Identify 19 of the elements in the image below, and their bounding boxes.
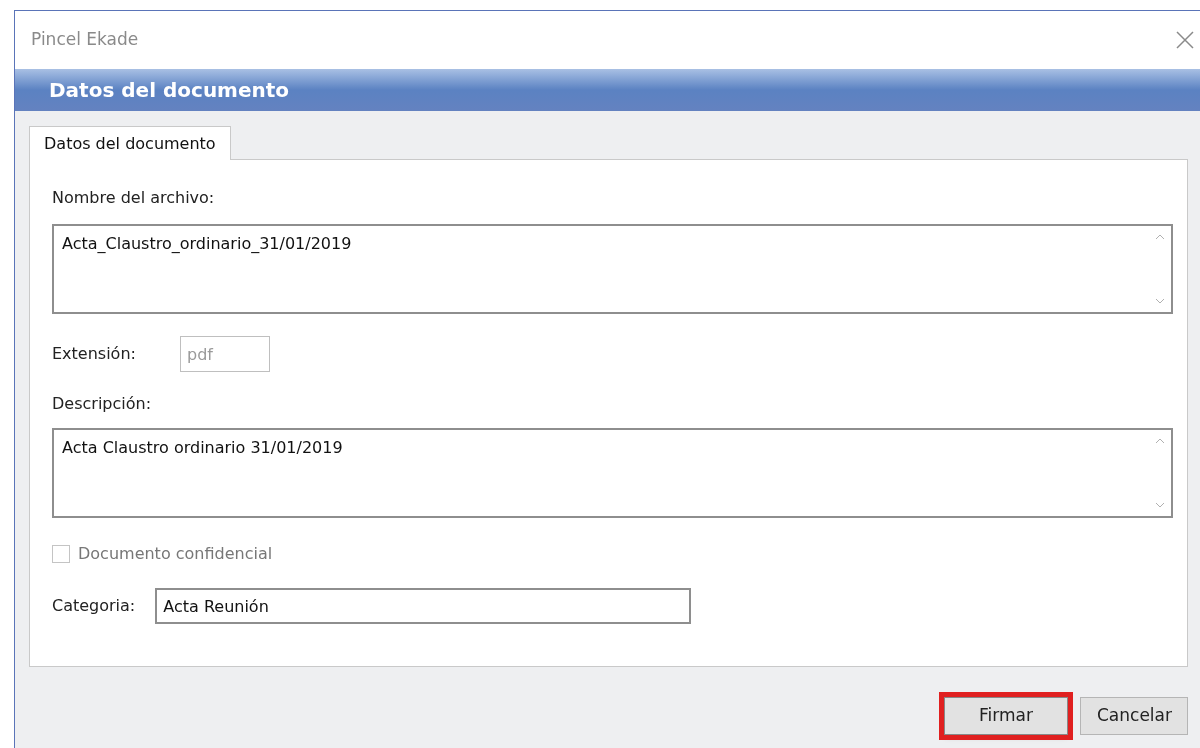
tab[interactable]: Datos del documento [29, 126, 231, 160]
scroll-down-icon[interactable] [1155, 298, 1165, 304]
field-label: Nombre del archivo: [52, 187, 216, 209]
header-title: Datos del documento [49, 77, 290, 104]
field-label: Categoria: [52, 595, 136, 617]
field-label: Descripción: [52, 393, 153, 415]
text-area[interactable]: Acta Claustro ordinario 31/01/2019 [52, 428, 1173, 518]
scroll-up-icon[interactable] [1155, 234, 1165, 240]
scroll-up-icon[interactable] [1155, 438, 1165, 444]
field-value: Acta Claustro ordinario 31/01/2019 [62, 438, 343, 457]
field-value: Acta_Claustro_ordinario_31/01/2019 [62, 234, 352, 253]
checkbox-label: Documento confidencial [78, 543, 273, 565]
text-area[interactable]: Acta_Claustro_ordinario_31/01/2019 [52, 224, 1173, 314]
scroll-down-icon[interactable] [1155, 502, 1165, 508]
dialog-button[interactable]: Cancelar [1080, 697, 1188, 735]
close-icon[interactable] [1174, 29, 1196, 51]
window-title: Pincel Ekade [31, 28, 139, 52]
category-field[interactable]: Acta Reunión [155, 588, 692, 624]
field-label: Extensión: [52, 343, 137, 365]
